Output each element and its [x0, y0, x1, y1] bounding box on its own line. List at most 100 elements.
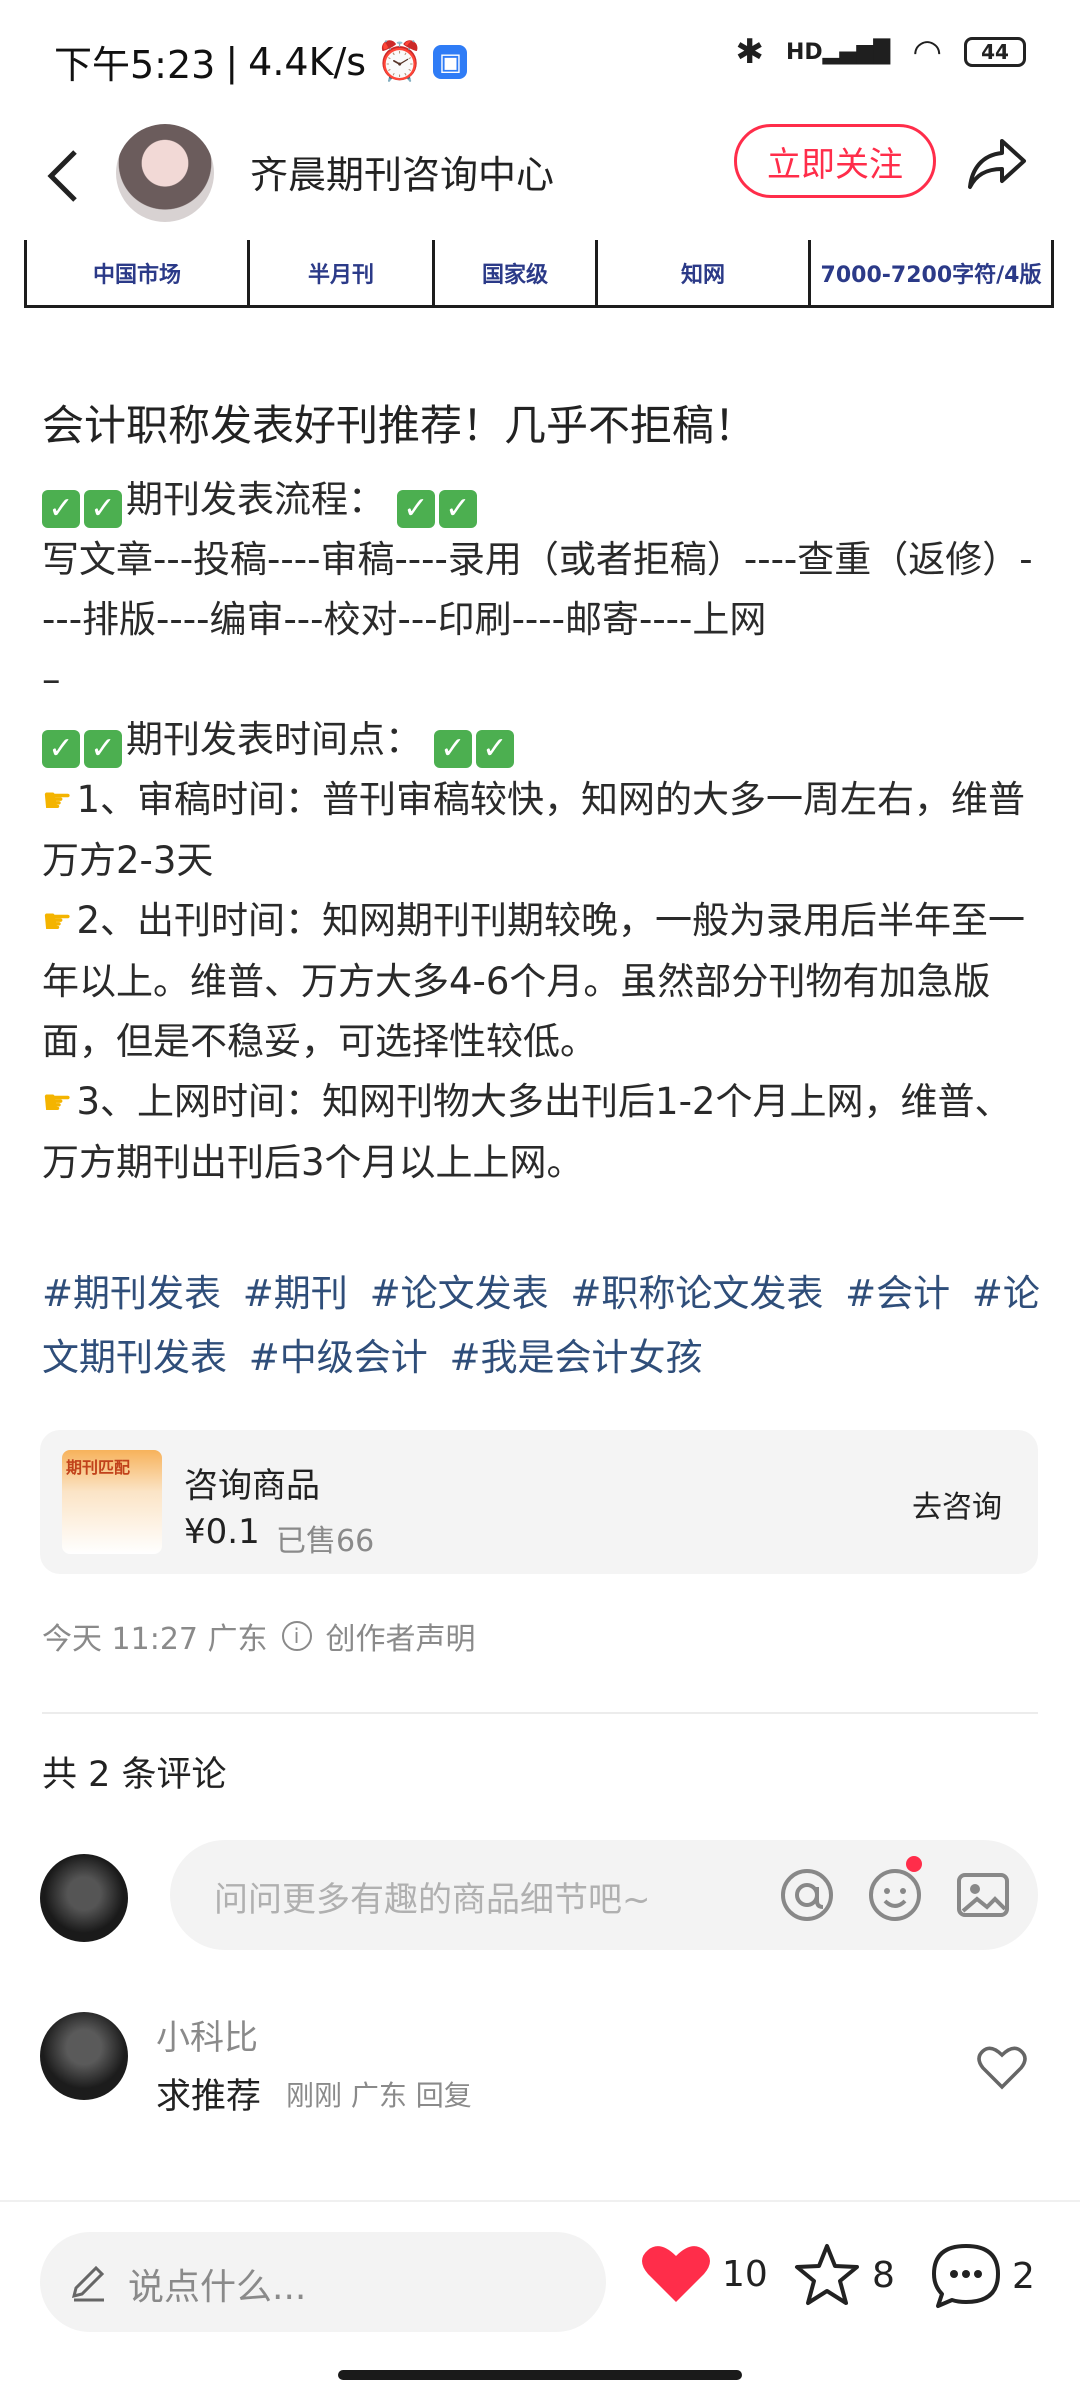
product-name: 咨询商品 — [184, 1466, 320, 1506]
comment-item: 小科比 求推荐 刚刚 广东 回复 — [40, 2004, 1040, 2124]
journal-info-table: 中国市场 半月刊 国家级 知网 7000-7200字符/4版 — [24, 240, 1054, 308]
post-image[interactable]: 中国市场 半月刊 国家级 知网 7000-7200字符/4版 — [0, 240, 1080, 310]
info-cell-database: 知网 — [598, 240, 811, 305]
divider — [42, 1712, 1038, 1714]
share-icon — [968, 139, 1026, 189]
product-price: ¥0.1 — [184, 1512, 260, 1552]
hashtag[interactable]: #期刊 — [243, 1272, 348, 1315]
comment-input-row: 问问更多有趣的商品细节吧~ — [40, 1840, 1040, 1950]
product-thumbnail: 期刊匹配 — [62, 1450, 162, 1554]
status-right: ✱ HD▂▄▆█ ◠ 44 — [735, 32, 1026, 72]
nav-bar: 齐晨期刊咨询中心 立即关注 — [0, 112, 1080, 240]
point-2: 2、出刊时间：知网期刊刊期较晚，一般为录用后半年至一年以上。维普、万方大多4-6… — [42, 899, 1026, 1063]
collect-count: 8 — [872, 2254, 895, 2296]
share-button[interactable] — [960, 126, 1034, 200]
check-icon: ✓ — [396, 490, 435, 528]
post-meta: 今天 11:27 广东 i 创作者声明 — [42, 1614, 476, 1658]
product-thumbnail-title: 期刊匹配 — [66, 1458, 131, 1477]
process-heading-line: ✓ ✓ 期刊发表流程： ✓ ✓ — [42, 470, 1042, 530]
pointing-hand-icon: ☛ — [42, 781, 73, 821]
mention-icon[interactable] — [776, 1864, 838, 1926]
info-cell-frequency: 半月刊 — [250, 240, 435, 305]
status-speed: 4.4K/s — [248, 39, 367, 84]
back-button[interactable] — [34, 138, 90, 214]
heart-filled-icon — [642, 2246, 710, 2302]
point-3: 3、上网时间：知网刊物大多出刊后1-2个月上网，维普、万方期刊出刊后3个月以上上… — [42, 1080, 1012, 1184]
post-body: ✓ ✓ 期刊发表流程： ✓ ✓ 写文章---投稿----审稿----录用（或者拒稿）-… — [42, 470, 1042, 1193]
creator-declaration[interactable]: 创作者声明 — [326, 1614, 476, 1658]
dash-line: – — [42, 658, 61, 701]
heart-outline-icon — [977, 2046, 1027, 2090]
collect-button[interactable]: 8 — [792, 2242, 895, 2308]
pointing-hand-icon: ☛ — [42, 1083, 73, 1123]
point-3-line: ☛ 3、上网时间：知网刊物大多出刊后1-2个月上网，维普、万方期刊出刊后3个月以上… — [42, 1072, 1042, 1193]
consult-button[interactable]: 去咨询 — [912, 1482, 1002, 1526]
check-icon: ✓ — [84, 730, 122, 768]
check-icon: ✓ — [42, 730, 80, 768]
bottom-action-bar: 说点什么... 10 8 2 — [0, 2200, 1080, 2402]
pencil-icon — [71, 2265, 105, 2302]
comments-count: 共 2 条评论 — [42, 1755, 227, 1795]
comment-input-placeholder: 问问更多有趣的商品细节吧~ — [214, 1880, 651, 1920]
back-icon — [47, 150, 77, 202]
signal-icon: HD▂▄▆█ — [785, 39, 891, 65]
post-title: 会计职称发表好刊推荐！几乎不拒稿！ — [42, 401, 757, 450]
check-icon: ✓ — [433, 730, 472, 768]
hashtag[interactable]: #职称论文发表 — [570, 1272, 823, 1315]
say-something-input[interactable]: 说点什么... — [40, 2232, 606, 2332]
comment-like-button[interactable] — [974, 2040, 1030, 2096]
say-something-placeholder: 说点什么... — [128, 2267, 307, 2308]
point-1: 1、审稿时间：普刊审稿较快，知网的大多一周左右，维普万方2-3天 — [42, 778, 1026, 882]
image-icon[interactable] — [952, 1864, 1014, 1926]
point-1-line: ☛ 1、审稿时间：普刊审稿较快，知网的大多一周左右，维普万方2-3天 — [42, 770, 1042, 891]
hashtag[interactable]: #会计 — [845, 1272, 950, 1315]
comment-button[interactable]: 2 — [930, 2242, 1035, 2310]
post-time-location: 今天 11:27 广东 — [42, 1622, 268, 1657]
process-text: 写文章---投稿----审稿----录用（或者拒稿）----查重（返修）----… — [42, 538, 1033, 641]
author-avatar[interactable] — [116, 124, 214, 222]
commenter-name[interactable]: 小科比 — [156, 2010, 258, 2059]
alarm-icon: ⏰ — [376, 39, 424, 83]
check-icon: ✓ — [438, 490, 477, 528]
status-bar: 下午5:23 | 4.4K/s ⏰ ▣ ✱ HD▂▄▆█ ◠ 44 — [0, 0, 1080, 110]
product-sold-count: 已售66 — [276, 1524, 375, 1559]
point-2-line: ☛ 2、出刊时间：知网期刊刊期较晚，一般为录用后半年至一年以上。维普、万方大多4-… — [42, 891, 1042, 1072]
wifi-icon: ◠ — [912, 32, 942, 72]
info-cell-length: 7000-7200字符/4版 — [820, 262, 1042, 288]
hashtag[interactable]: #论文发表 — [370, 1272, 549, 1315]
product-card[interactable]: 期刊匹配 咨询商品 ¥0.1 已售66 去咨询 — [40, 1430, 1038, 1574]
hashtag[interactable]: #中级会计 — [249, 1336, 428, 1379]
current-user-avatar — [40, 1854, 128, 1942]
hashtag[interactable]: #我是会计女孩 — [450, 1336, 703, 1379]
info-cell-market: 中国市场 — [27, 240, 250, 305]
process-heading: 期刊发表流程： — [126, 478, 385, 521]
like-count: 10 — [722, 2253, 768, 2295]
follow-button[interactable]: 立即关注 — [734, 124, 936, 198]
pointing-hand-icon: ☛ — [42, 902, 73, 942]
comment-bubble-icon — [932, 2244, 1000, 2308]
status-time: 下午5:23 — [54, 43, 216, 87]
info-cell-level: 国家级 — [435, 240, 598, 305]
home-indicator — [338, 2370, 742, 2380]
comment-meta[interactable]: 刚刚 广东 回复 — [286, 2074, 472, 2114]
status-left: 下午5:23 | 4.4K/s ⏰ ▣ — [54, 34, 468, 89]
hashtag[interactable]: #期刊发表 — [42, 1272, 221, 1315]
check-icon: ✓ — [42, 490, 80, 528]
check-icon: ✓ — [84, 490, 122, 528]
time-heading-line: ✓ ✓ 期刊发表时间点： ✓ ✓ — [42, 710, 1042, 770]
emoji-icon[interactable] — [864, 1864, 926, 1926]
comment-count: 2 — [1012, 2255, 1035, 2297]
bluetooth-icon: ✱ — [735, 32, 764, 72]
app-notification-icon: ▣ — [433, 44, 468, 79]
time-heading: 期刊发表时间点： — [126, 718, 422, 761]
author-name[interactable]: 齐晨期刊咨询中心 — [250, 144, 554, 199]
check-icon: ✓ — [475, 730, 514, 768]
like-button[interactable]: 10 — [640, 2242, 768, 2306]
hashtag-list: #期刊发表 #期刊 #论文发表 #职称论文发表 #会计 #论文期刊发表 #中级会… — [42, 1262, 1042, 1390]
comment-text: 求推荐 — [156, 2077, 262, 2117]
commenter-avatar[interactable] — [40, 2012, 128, 2100]
status-separator: | — [225, 39, 239, 84]
comment-input[interactable]: 问问更多有趣的商品细节吧~ — [170, 1840, 1038, 1950]
emoji-notification-dot — [906, 1856, 922, 1872]
info-icon: i — [281, 1621, 312, 1651]
